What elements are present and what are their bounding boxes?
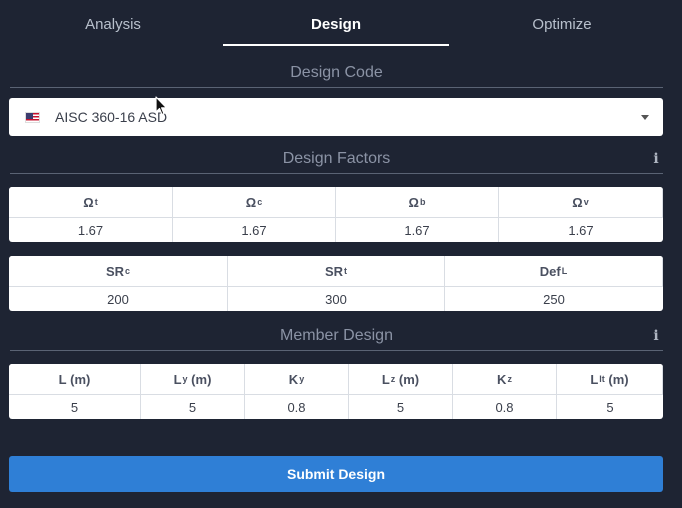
member-header-1: Ly (m) xyxy=(141,364,245,395)
chevron-down-icon xyxy=(641,114,649,120)
header-symbol: Ω xyxy=(245,194,257,210)
member-value-input-3[interactable]: 5 xyxy=(349,395,453,419)
sr-value-input-0[interactable]: 200 xyxy=(9,287,228,311)
member-header-2: Ky xyxy=(245,364,349,395)
us-flag-icon xyxy=(25,111,40,123)
mouse-cursor-icon xyxy=(155,96,168,116)
header-subscript: t xyxy=(94,197,98,207)
member-header-0: L (m) xyxy=(9,364,141,395)
header-symbol: L xyxy=(381,371,390,387)
omega-value-input-0[interactable]: 1.67 xyxy=(9,218,173,242)
header-symbol: Ω xyxy=(83,194,94,210)
sr-value-input-1[interactable]: 300 xyxy=(228,287,445,311)
sr-value-input-2[interactable]: 250 xyxy=(445,287,663,311)
header-subscript: L xyxy=(561,266,568,276)
member-header-3: Lz (m) xyxy=(349,364,453,395)
header-symbol: K xyxy=(288,371,299,387)
info-icon[interactable]: i xyxy=(651,329,661,343)
header-symbol: L xyxy=(590,371,599,387)
info-icon[interactable]: i xyxy=(651,152,661,166)
member-header-4: Kz xyxy=(453,364,557,395)
member-value-input-5[interactable]: 5 xyxy=(557,395,663,419)
submit-design-button[interactable]: Submit Design xyxy=(9,456,663,492)
sr-header-1: SR t xyxy=(228,256,445,287)
member-value-input-1[interactable]: 5 xyxy=(141,395,245,419)
member-value-input-2[interactable]: 0.8 xyxy=(245,395,349,419)
omega-value-input-3[interactable]: 1.67 xyxy=(499,218,663,242)
member-design-table: L (m) Ly (m) Ky Lz (m) Kz Llt (m) 5 5 0.8 5 0.8 5 xyxy=(9,364,663,419)
omega-factors-table: Ωt Ωc Ωb Ωv 1.67 1.67 1.67 1.67 xyxy=(9,187,663,242)
member-design-heading: Member Design i xyxy=(10,327,663,351)
omega-header-3: Ωv xyxy=(499,187,663,218)
header-symbol: Def xyxy=(539,263,561,279)
tab-design[interactable]: Design xyxy=(223,0,449,46)
design-factors-title: Design Factors xyxy=(282,150,391,167)
header-symbol: SR xyxy=(324,263,344,279)
sr-header-0: SR c xyxy=(9,256,228,287)
member-design-title: Member Design xyxy=(280,327,393,344)
header-symbol: Ω xyxy=(572,194,583,210)
omega-header-1: Ωc xyxy=(173,187,336,218)
tab-analysis[interactable]: Analysis xyxy=(0,0,226,46)
design-code-heading: Design Code xyxy=(10,64,663,88)
header-symbol: SR xyxy=(105,263,125,279)
header-unit: (m) xyxy=(66,371,91,387)
tab-optimize[interactable]: Optimize xyxy=(449,0,675,46)
sr-header-2: Def L xyxy=(445,256,663,287)
header-subscript: t xyxy=(344,266,348,276)
member-header-5: Llt (m) xyxy=(557,364,663,395)
omega-header-0: Ωt xyxy=(9,187,173,218)
design-code-value: AISC 360-16 ASD xyxy=(55,109,168,125)
design-code-select[interactable]: AISC 360-16 ASD xyxy=(9,98,663,136)
header-unit: (m) xyxy=(604,371,629,387)
member-value-input-4[interactable]: 0.8 xyxy=(453,395,557,419)
slenderness-factors-table: SR c SR t Def L 200 300 250 xyxy=(9,256,663,311)
omega-value-input-1[interactable]: 1.67 xyxy=(173,218,336,242)
tab-bar: Analysis Design Optimize xyxy=(0,0,682,46)
header-subscript: c xyxy=(125,266,131,276)
header-subscript: v xyxy=(583,197,589,207)
header-unit: (m) xyxy=(395,371,420,387)
member-value-input-0[interactable]: 5 xyxy=(9,395,141,419)
header-unit: (m) xyxy=(187,371,212,387)
design-code-title: Design Code xyxy=(290,64,383,81)
header-subscript: c xyxy=(257,197,263,207)
design-factors-heading: Design Factors i xyxy=(10,150,663,174)
header-subscript: y xyxy=(299,374,305,384)
omega-header-2: Ωb xyxy=(336,187,499,218)
header-symbol: L xyxy=(58,371,67,387)
header-subscript: z xyxy=(507,374,512,384)
header-symbol: Ω xyxy=(408,194,419,210)
header-symbol: L xyxy=(173,371,182,387)
header-symbol: K xyxy=(497,371,507,387)
header-subscript: b xyxy=(419,197,426,207)
omega-value-input-2[interactable]: 1.67 xyxy=(336,218,499,242)
